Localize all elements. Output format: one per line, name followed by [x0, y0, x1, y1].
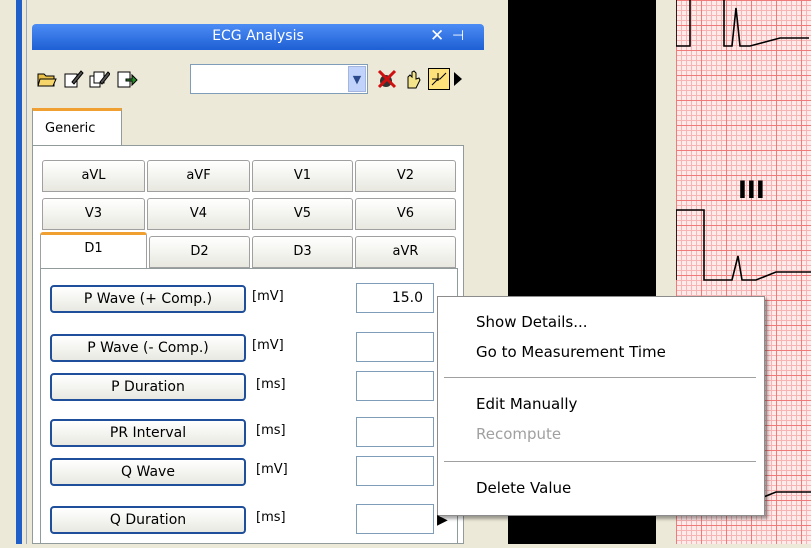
p-wave-minus-value[interactable]	[356, 332, 434, 362]
edit-all-icon[interactable]	[88, 68, 111, 90]
tab-lead-avf[interactable]: aVF	[147, 160, 250, 192]
menu-separator	[444, 377, 756, 378]
chevron-down-icon[interactable]: ▼	[348, 66, 366, 92]
tab-lead-v3[interactable]: V3	[42, 198, 145, 230]
pr-interval-unit: [ms]	[256, 423, 286, 438]
scroll-arrow-icon[interactable]: ▶	[437, 512, 448, 528]
tab-lead-v4[interactable]: V4	[147, 198, 250, 230]
p-wave-plus-button[interactable]: P Wave (+ Comp.)	[50, 285, 246, 313]
q-duration-value[interactable]	[356, 504, 434, 534]
menu-separator	[444, 461, 756, 462]
more-icon[interactable]	[452, 68, 464, 90]
tab-lead-v2[interactable]: V2	[355, 160, 456, 192]
p-wave-plus-unit: [mV]	[252, 289, 284, 304]
tab-lead-d2[interactable]: D2	[149, 236, 250, 268]
open-icon[interactable]	[36, 68, 58, 90]
q-duration-unit: [ms]	[256, 510, 286, 525]
panel-title: ECG Analysis	[212, 28, 304, 44]
panel-title-bar[interactable]: ECG Analysis ✕ ⊣	[32, 24, 484, 50]
q-wave-value[interactable]	[356, 456, 434, 486]
menu-delete-value[interactable]: Delete Value	[476, 479, 571, 497]
delete-marker-icon[interactable]	[376, 68, 398, 90]
q-duration-button[interactable]: Q Duration	[50, 506, 246, 534]
tab-lead-avr[interactable]: aVR	[355, 236, 456, 268]
menu-show-details[interactable]: Show Details...	[476, 313, 588, 331]
tab-generic[interactable]: Generic	[32, 108, 122, 146]
tab-lead-d3[interactable]: D3	[252, 236, 353, 268]
left-strip	[0, 0, 16, 544]
p-duration-button[interactable]: P Duration	[50, 373, 246, 401]
tab-lead-v1[interactable]: V1	[252, 160, 353, 192]
measurement-combo[interactable]: ▼	[190, 64, 368, 94]
context-menu: Show Details... Go to Measurement Time E…	[437, 296, 765, 516]
edit-icon[interactable]	[62, 68, 84, 90]
p-wave-plus-value[interactable]: 15.0	[356, 283, 434, 313]
p-wave-minus-button[interactable]: P Wave (- Comp.)	[50, 334, 246, 362]
tab-lead-avl[interactable]: aVL	[42, 160, 145, 192]
tab-lead-v6[interactable]: V6	[355, 198, 456, 230]
p-duration-value[interactable]	[356, 371, 434, 401]
menu-recompute: Recompute	[476, 425, 562, 443]
q-wave-button[interactable]: Q Wave	[50, 458, 246, 486]
p-wave-minus-unit: [mV]	[252, 338, 284, 353]
q-wave-unit: [mV]	[256, 462, 288, 477]
p-duration-unit: [ms]	[256, 377, 286, 392]
menu-go-to-measurement-time[interactable]: Go to Measurement Time	[476, 343, 666, 361]
lead-label: III	[738, 176, 765, 204]
hand-icon[interactable]	[402, 68, 424, 90]
tab-lead-d1[interactable]: D1	[40, 232, 147, 268]
tab-lead-v5[interactable]: V5	[252, 198, 353, 230]
toolbar: ▼	[32, 58, 492, 98]
export-icon[interactable]	[116, 68, 138, 90]
pr-interval-value[interactable]	[356, 417, 434, 447]
window-border	[16, 0, 22, 544]
close-icon[interactable]: ✕	[430, 26, 444, 46]
pin-icon[interactable]: ⊣	[452, 28, 464, 44]
wave-icon[interactable]	[428, 68, 450, 90]
pr-interval-button[interactable]: PR Interval	[50, 419, 246, 447]
menu-edit-manually[interactable]: Edit Manually	[476, 395, 577, 413]
